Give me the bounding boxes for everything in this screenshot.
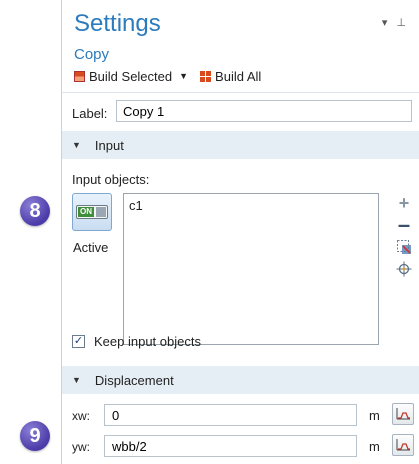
minus-icon[interactable]: – [395,214,413,236]
selection-toolbar: + – [395,193,413,282]
field-row-yw: yw: m [62,433,419,459]
yw-input[interactable] [104,435,357,457]
panel-menu-icon[interactable]: ▾ ⊥ [382,16,409,29]
label-caption: Label: [72,106,108,121]
keep-input-objects-row[interactable]: ✓ Keep input objects [72,334,201,349]
build-selected-button[interactable]: Build Selected ▼ [74,69,188,84]
section-title-input: Input [94,137,124,153]
xw-input[interactable] [104,404,357,426]
build-all-button[interactable]: Build All [200,69,261,84]
xw-unit: m [369,408,380,423]
keep-input-label: Keep input objects [94,334,201,349]
active-toggle-group: ON Active [72,193,112,255]
plus-icon[interactable]: + [395,193,413,213]
input-objects-list[interactable]: c1 [123,193,379,345]
plot-icon[interactable] [392,434,414,456]
callout-badge-8: 8 [20,196,50,226]
active-toggle-button[interactable]: ON [72,193,112,231]
section-header-displacement[interactable]: ▼ Displacement [62,366,419,394]
build-toolbar: Build Selected ▼ Build All [74,67,273,85]
build-selected-label: Build Selected [89,68,173,84]
page-title: Settings [74,10,161,37]
callout-badge-9: 9 [20,421,50,451]
list-item[interactable]: c1 [124,194,378,217]
clear-selection-icon[interactable] [395,238,413,256]
input-objects-label: Input objects: [72,172,150,187]
chevron-down-icon[interactable]: ▼ [179,71,188,81]
toggle-on-text: ON [78,207,94,217]
plot-icon[interactable] [392,403,414,425]
section-title-displacement: Displacement [94,372,174,388]
triangle-down-icon: ▼ [72,140,81,150]
yw-label: yw: [72,440,90,454]
build-all-label: Build All [215,68,262,84]
label-row: Label: [62,92,419,129]
triangle-down-icon: ▼ [72,375,81,385]
toggle-knob [96,207,106,217]
field-row-xw: xw: m [62,402,419,428]
label-field[interactable] [116,100,412,122]
build-all-icon [200,70,212,82]
zoom-selection-icon[interactable] [395,260,413,278]
yw-unit: m [369,439,380,454]
settings-panel: Settings ▾ ⊥ Copy Build Selected ▼ Build… [61,0,419,464]
active-label: Active [73,240,109,255]
section-header-input[interactable]: ▼ Input [62,131,419,159]
keep-input-checkbox[interactable]: ✓ [72,335,85,348]
node-type-label: Copy [74,46,110,63]
build-selected-icon [74,70,85,82]
xw-label: xw: [72,409,90,423]
settings-header: Settings ▾ ⊥ [74,10,413,40]
on-switch-icon: ON [76,205,108,219]
